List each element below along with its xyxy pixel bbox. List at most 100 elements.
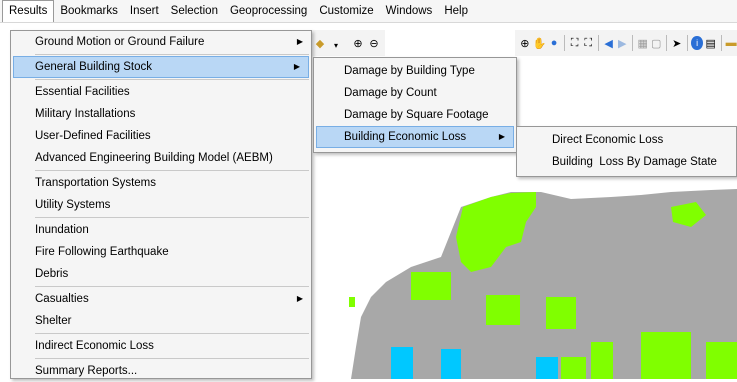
pan-icon[interactable]: ✋ [533,36,547,50]
menu-item-label: Fire Following Earthquake [35,246,169,258]
menu-item-label: Damage by Building Type [344,65,475,77]
menu-item-building-economic-loss[interactable]: Building Economic Loss ▶ [316,126,514,148]
menu-help[interactable]: Help [438,1,474,21]
menu-item-label: Damage by Square Footage [344,109,489,121]
menubar: Results Bookmarks Insert Selection Geopr… [0,0,737,23]
menu-results[interactable]: Results [2,0,55,22]
menu-item-label: Summary Reports... [35,365,138,377]
menu-item-label: Inundation [35,224,89,236]
menu-item-essential-facilities[interactable]: Essential Facilities [11,81,311,103]
general-building-stock-submenu: Damage by Building Type Damage by Count … [313,57,517,153]
full-extent-icon[interactable]: ⛶ [569,36,581,50]
menu-item-label: Essential Facilities [35,86,130,98]
map-zone-green [641,332,691,379]
select-features-icon[interactable]: ▦ [637,36,649,50]
menu-item-label: Ground Motion or Ground Failure [35,36,205,48]
menu-item-general-building-stock[interactable]: General Building Stock ▶ [13,56,309,78]
menu-item-shelter[interactable]: Shelter [11,310,311,332]
menu-item-aebm[interactable]: Advanced Engineering Building Model (AEB… [11,147,311,169]
map-zone-green [486,295,520,325]
identify-icon[interactable]: i [691,36,703,50]
menu-separator [35,170,309,171]
menu-item-damage-by-square-footage[interactable]: Damage by Square Footage [314,104,516,126]
menu-item-casualties[interactable]: Casualties ▶ [11,288,311,310]
menu-item-label: Transportation Systems [35,177,157,189]
map-zone-green [591,342,613,379]
menu-item-label: Direct Economic Loss [552,134,664,146]
menu-item-damage-by-building-type[interactable]: Damage by Building Type [314,60,516,82]
results-menu: Ground Motion or Ground Failure ▶ Genera… [10,30,312,379]
menu-item-label: Military Installations [35,108,136,120]
map-zone-cyan [391,347,413,379]
map-zone-cyan [441,349,461,379]
menu-item-military-installations[interactable]: Military Installations [11,103,311,125]
map-zone-green [411,272,451,300]
menu-item-ground-motion[interactable]: Ground Motion or Ground Failure ▶ [11,31,311,53]
map-zone-cyan [536,357,558,379]
menu-item-building-loss-by-damage-state[interactable]: Building Loss By Damage State [517,151,736,173]
globe-icon[interactable]: ● [548,36,560,50]
menu-geoprocessing[interactable]: Geoprocessing [224,1,313,21]
menu-item-label: Debris [35,268,69,280]
menu-item-label: Indirect Economic Loss [35,340,154,352]
menu-item-label: User-Defined Facilities [35,130,151,142]
map-zone-green [706,342,737,379]
toolbar-left: ◆ ▾ ⊕ ⊖ [311,30,385,56]
menu-windows[interactable]: Windows [380,1,439,21]
menu-item-label: Building Economic Loss [344,131,467,143]
menu-item-label: Damage by Count [344,87,437,99]
zoom-in-icon[interactable]: ⊕ [351,36,365,50]
menu-item-utility-systems[interactable]: Utility Systems [11,194,311,216]
menu-item-transportation-systems[interactable]: Transportation Systems [11,172,311,194]
menu-item-label: Building Loss By Damage State [552,156,717,168]
toolbar-separator [666,35,667,51]
map-zone-green [349,297,355,307]
menu-item-inundation[interactable]: Inundation [11,219,311,241]
toolbar: ⊕ ✋ ● ⛶ ⛶ ◀ ▶ ▦ ▢ ➤ i ▤ ▬ [515,30,737,56]
menu-bookmarks[interactable]: Bookmarks [54,1,124,21]
menu-separator [35,286,309,287]
menu-item-direct-economic-loss[interactable]: Direct Economic Loss [517,129,736,151]
menu-item-user-defined-facilities[interactable]: User-Defined Facilities [11,125,311,147]
toolbar-separator [632,35,633,51]
map-zone-green [561,357,586,379]
add-data-icon[interactable]: ◆ [313,36,327,50]
menu-item-label: General Building Stock [35,61,152,73]
submenu-arrow-icon: ▶ [293,62,300,71]
menu-item-debris[interactable]: Debris [11,263,311,285]
menu-item-label: Shelter [35,315,72,327]
menu-separator [35,217,309,218]
submenu-arrow-icon: ▶ [296,294,303,303]
toolbar-separator [563,35,565,51]
menu-item-label: Casualties [35,293,89,305]
html-popup-icon[interactable]: ▤ [705,36,717,50]
forward-icon[interactable]: ▶ [616,36,628,50]
fixed-zoom-icon[interactable]: ⛶ [582,36,594,50]
menu-item-fire-following-earthquake[interactable]: Fire Following Earthquake [11,241,311,263]
menu-item-indirect-economic-loss[interactable]: Indirect Economic Loss [11,335,311,357]
back-icon[interactable]: ◀ [603,36,615,50]
measure-icon[interactable]: ▬ [725,36,737,50]
clear-selection-icon[interactable]: ▢ [650,36,662,50]
zoom-extent-icon[interactable]: ⊕ [519,36,531,50]
select-icon[interactable]: ➤ [671,36,683,50]
menu-insert[interactable]: Insert [124,1,165,21]
menu-customize[interactable]: Customize [313,1,379,21]
submenu-arrow-icon: ▶ [296,37,303,46]
building-economic-loss-submenu: Direct Economic Loss Building Loss By Da… [516,126,737,177]
zoom-out-icon[interactable]: ⊖ [367,36,381,50]
submenu-arrow-icon: ▶ [498,132,505,141]
toolbar-separator [597,35,599,51]
menu-item-label: Utility Systems [35,199,111,211]
toolbar-separator [686,35,688,51]
menu-separator [35,358,309,359]
menu-selection[interactable]: Selection [165,1,224,21]
menu-separator [35,333,309,334]
map-zone-green [546,297,576,329]
dropdown-icon[interactable]: ▾ [329,38,343,52]
menu-separator [35,79,309,80]
menu-item-damage-by-count[interactable]: Damage by Count [314,82,516,104]
menu-item-label: Advanced Engineering Building Model (AEB… [35,152,273,164]
toolbar-separator [720,35,722,51]
menu-separator [35,54,309,55]
